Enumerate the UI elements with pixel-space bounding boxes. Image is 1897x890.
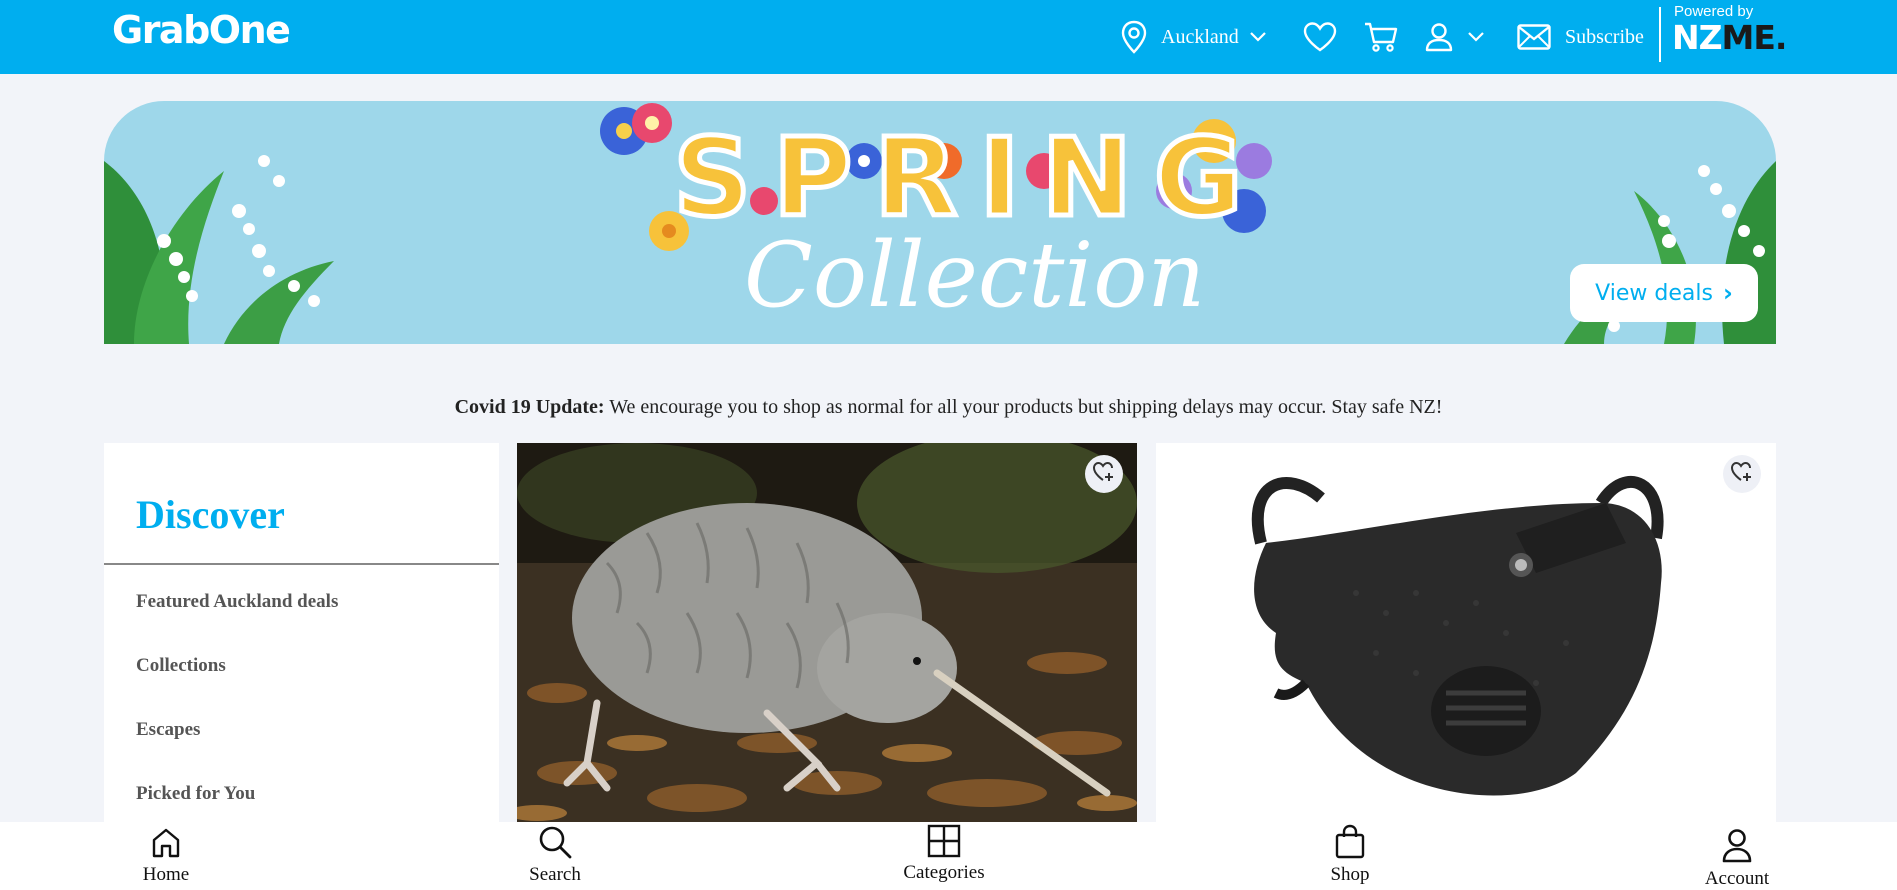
- nav-search-label: Search: [529, 864, 581, 885]
- header-divider: [1659, 7, 1661, 62]
- add-to-wishlist-button[interactable]: [1085, 455, 1123, 493]
- chevron-right-icon: ›: [1722, 279, 1733, 307]
- covid-notice: Covid 19 Update: We encourage you to sho…: [0, 396, 1897, 419]
- nav-categories[interactable]: Categories: [874, 822, 1014, 890]
- discover-item-escapes[interactable]: Escapes: [136, 719, 338, 783]
- user-icon: [1667, 828, 1807, 864]
- location-selector[interactable]: Auckland: [1121, 0, 1267, 74]
- heart-plus-icon: [1730, 461, 1754, 488]
- heart-icon: [1303, 22, 1337, 52]
- discover-title: Discover: [136, 492, 285, 537]
- nav-shop[interactable]: Shop: [1280, 822, 1420, 890]
- add-to-wishlist-button[interactable]: [1723, 455, 1761, 493]
- search-icon: [485, 824, 625, 860]
- shopping-bag-icon: [1280, 824, 1420, 860]
- spring-collection-banner[interactable]: SPRING Collection View deals ›: [104, 101, 1776, 344]
- nav-shop-label: Shop: [1330, 864, 1370, 885]
- discover-item-collections[interactable]: Collections: [136, 655, 338, 719]
- wishlist-button[interactable]: [1303, 0, 1337, 74]
- cart-icon: [1364, 21, 1398, 53]
- nav-home[interactable]: Home: [96, 822, 236, 890]
- cart-button[interactable]: [1364, 0, 1398, 74]
- discover-divider: [104, 563, 499, 565]
- product-card-face-mask[interactable]: [1156, 443, 1776, 823]
- product-card-kiwi[interactable]: [517, 443, 1137, 823]
- top-header: GrabOne Auckland Subscribe Powered by NZ…: [0, 0, 1897, 74]
- nav-home-label: Home: [142, 864, 190, 885]
- user-icon: [1425, 22, 1453, 52]
- location-label: Auckland: [1161, 25, 1239, 48]
- nav-categories-label: Categories: [903, 862, 985, 883]
- kiwi-bird-photo: [517, 443, 1137, 823]
- banner-subtitle: Collection: [744, 223, 1206, 328]
- covid-notice-text: We encourage you to shop as normal for a…: [604, 396, 1443, 418]
- nzme-logo: NZME.: [1672, 18, 1787, 57]
- heart-plus-icon: [1092, 461, 1116, 488]
- chevron-down-icon: [1249, 31, 1267, 43]
- grabone-logo[interactable]: GrabOne: [112, 8, 291, 52]
- nzme-partner-logo[interactable]: Powered by NZME.: [1672, 4, 1787, 57]
- black-face-mask-photo: [1156, 443, 1776, 823]
- nav-search[interactable]: Search: [485, 822, 625, 890]
- view-deals-button[interactable]: View deals ›: [1570, 264, 1758, 322]
- subscribe-button[interactable]: Subscribe: [1517, 0, 1644, 74]
- nav-account[interactable]: Account: [1667, 822, 1807, 890]
- discover-item-featured-auckland-deals[interactable]: Featured Auckland deals: [136, 591, 338, 655]
- view-deals-label: View deals: [1595, 280, 1713, 306]
- subscribe-label: Subscribe: [1565, 25, 1644, 48]
- home-icon: [96, 826, 236, 860]
- grid-icon: [874, 824, 1014, 858]
- bottom-navigation: Home Search Categories Shop Account: [0, 822, 1897, 890]
- discover-panel: Discover Featured Auckland deals Collect…: [104, 443, 499, 823]
- chevron-down-icon: [1467, 31, 1485, 43]
- nav-account-label: Account: [1704, 868, 1770, 889]
- discover-list: Featured Auckland deals Collections Esca…: [136, 591, 338, 847]
- mail-icon: [1517, 24, 1551, 50]
- covid-notice-label: Covid 19 Update:: [454, 396, 605, 418]
- account-menu[interactable]: [1425, 0, 1485, 74]
- location-pin-icon: [1121, 20, 1147, 54]
